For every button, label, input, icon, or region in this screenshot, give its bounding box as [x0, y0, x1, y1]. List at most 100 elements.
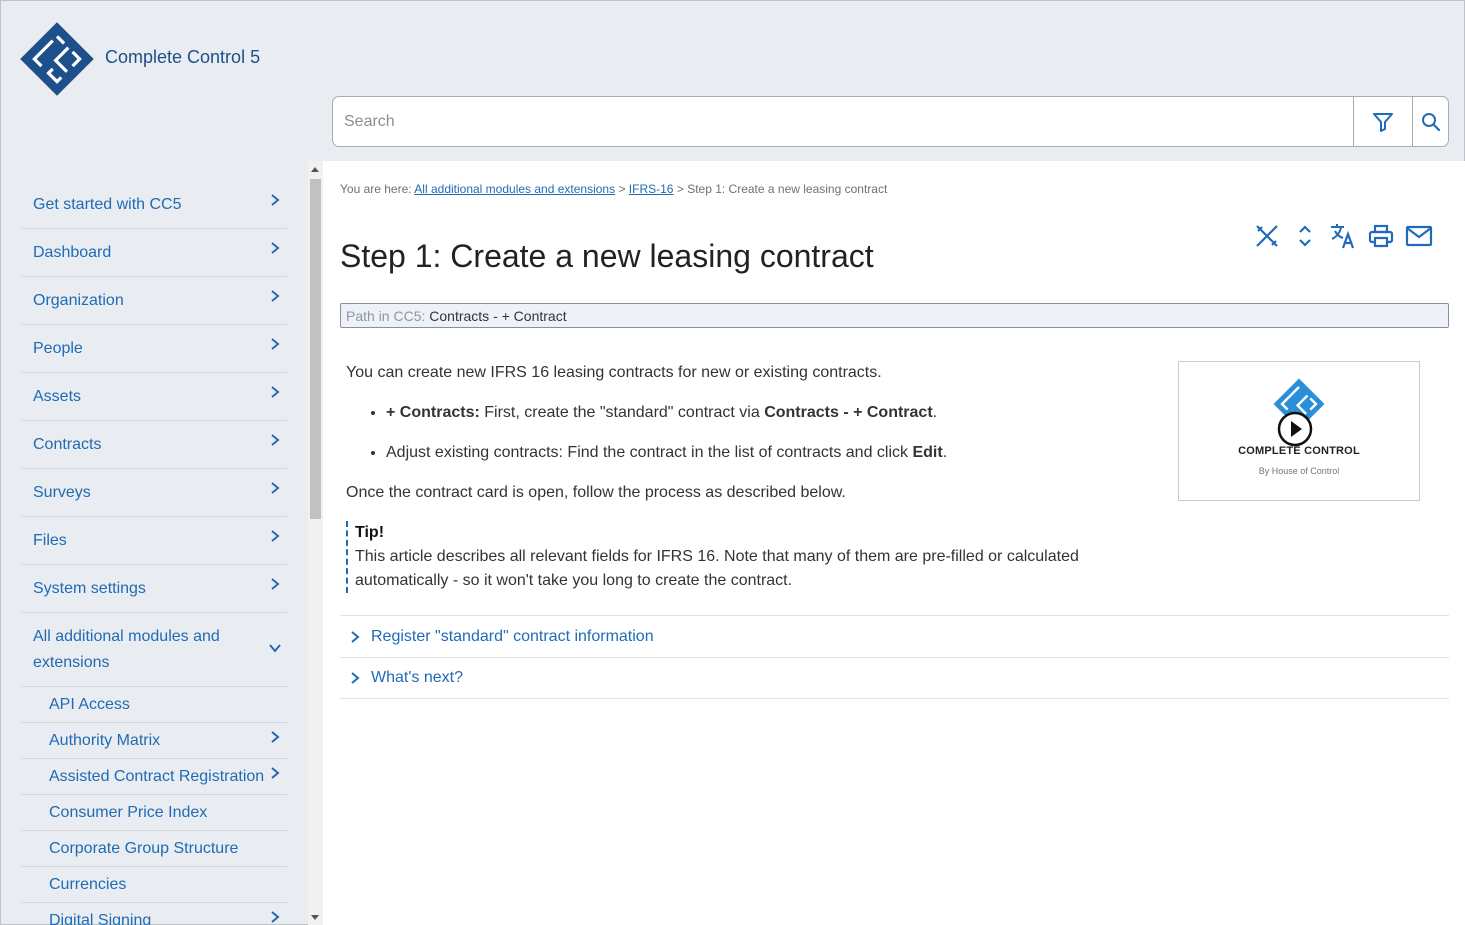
chevron-down-icon[interactable]	[269, 641, 281, 655]
translate-icon	[1331, 224, 1355, 249]
breadcrumb-link-all-modules[interactable]: All additional modules and extensions	[414, 182, 615, 196]
list-item-text: Adjust existing contracts: Find the cont…	[386, 444, 909, 461]
email-icon	[1405, 225, 1433, 247]
sidebar-subitem-label: Assisted Contract Registration	[49, 767, 265, 785]
video-thumbnail[interactable]: COMPLETE CONTROL By House of Control	[1178, 361, 1420, 501]
expand-collapse-icon	[1299, 225, 1311, 247]
remove-highlight-button[interactable]	[1253, 222, 1281, 250]
scroll-thumb[interactable]	[310, 179, 321, 519]
breadcrumb-separator: >	[676, 182, 684, 196]
sidebar-subitem-digital-signing[interactable]: Digital Signing	[21, 903, 287, 925]
article-body: You can create new IFRS 16 leasing contr…	[346, 361, 1146, 505]
accordion-label: Register "standard" contract information	[371, 627, 654, 645]
sidebar-item-label: Dashboard	[33, 243, 112, 261]
list-item-text: First, create the "standard" contract vi…	[484, 404, 760, 421]
chevron-right-icon[interactable]	[269, 385, 281, 399]
accordion-register-standard[interactable]: Register "standard" contract information	[340, 615, 1449, 657]
translate-button[interactable]	[1329, 222, 1357, 250]
sidebar-scrollbar[interactable]	[308, 161, 323, 925]
print-icon	[1368, 224, 1394, 248]
sidebar-subitem-assisted-contract-registration[interactable]: Assisted Contract Registration	[21, 759, 287, 795]
accordion-label: What's next?	[371, 669, 463, 686]
sidebar-subitem-authority-matrix[interactable]: Authority Matrix	[21, 723, 287, 759]
sidebar-item-label: All additional modules and extensions	[33, 627, 220, 671]
chevron-right-icon[interactable]	[269, 730, 281, 744]
sidebar-subitem-consumer-price-index[interactable]: Consumer Price Index	[21, 795, 287, 831]
intro-text: You can create new IFRS 16 leasing contr…	[346, 364, 882, 381]
sidebar-subitem-currencies[interactable]: Currencies	[21, 867, 287, 903]
sidebar-subitem-label: API Access	[49, 695, 130, 713]
breadcrumb-link-ifrs16[interactable]: IFRS-16	[629, 182, 674, 196]
chevron-right-icon[interactable]	[269, 766, 281, 780]
expand-collapse-button[interactable]	[1291, 222, 1319, 250]
sidebar-subitem-label: Authority Matrix	[49, 731, 161, 749]
sidebar-item-label: Organization	[33, 291, 124, 309]
sidebar-item-assets[interactable]: Assets	[21, 373, 287, 421]
breadcrumb-prefix: You are here:	[340, 182, 412, 196]
chevron-right-icon[interactable]	[269, 529, 281, 543]
video-sub-text: By House of Control	[1258, 466, 1340, 476]
sidebar-item-people[interactable]: People	[21, 325, 287, 373]
bold-text: Edit	[912, 444, 943, 461]
sidebar-subitem-label: Corporate Group Structure	[49, 839, 239, 857]
chevron-right-icon[interactable]	[269, 289, 281, 303]
tip-callout: Tip! This article describes all relevant…	[346, 521, 1146, 593]
sidebar-item-system-settings[interactable]: System settings	[21, 565, 287, 613]
chevron-right-icon[interactable]	[269, 433, 281, 447]
email-button[interactable]	[1405, 222, 1433, 250]
chevron-right-icon[interactable]	[269, 337, 281, 351]
sidebar-item-label: Files	[33, 531, 67, 549]
search-bar	[332, 96, 1449, 147]
sidebar-item-label: People	[33, 339, 83, 357]
sidebar-item-dashboard[interactable]: Dashboard	[21, 229, 287, 277]
tip-text: This article describes all relevant fiel…	[355, 548, 1079, 589]
accordion-whats-next[interactable]: What's next?	[340, 657, 1449, 699]
video-brand-text: COMPLETE CONTROL	[1238, 445, 1360, 457]
page-title: Step 1: Create a new leasing contract	[340, 238, 874, 274]
chevron-right-icon[interactable]	[269, 577, 281, 591]
sidebar-item-label: Get started with CC5	[33, 195, 182, 213]
scroll-up-arrow-icon[interactable]	[311, 167, 319, 172]
outro-text: Once the contract card is open, follow t…	[346, 484, 846, 501]
chevron-right-icon[interactable]	[269, 193, 281, 207]
list-item: + Contracts: First, create the "standard…	[386, 401, 1146, 425]
sidebar-item-surveys[interactable]: Surveys	[21, 469, 287, 517]
sidebar-item-label: Assets	[33, 387, 82, 405]
breadcrumb-current: Step 1: Create a new leasing contract	[687, 182, 888, 196]
sidebar-subitem-api-access[interactable]: API Access	[21, 687, 287, 723]
print-button[interactable]	[1367, 222, 1395, 250]
sidebar-item-organization[interactable]: Organization	[21, 277, 287, 325]
path-in-cc5-box: Path in CC5: Contracts - + Contract	[340, 303, 1449, 328]
search-input[interactable]	[333, 97, 1353, 146]
sidebar-item-get-started[interactable]: Get started with CC5	[21, 181, 287, 229]
main-content: You are here: All additional modules and…	[323, 161, 1465, 925]
logo[interactable]	[17, 19, 97, 99]
sidebar-item-all-modules[interactable]: All additional modules and extensions	[21, 613, 287, 687]
bold-text: + Contracts:	[386, 404, 480, 421]
sidebar-item-label: Contracts	[33, 435, 102, 453]
play-icon[interactable]	[1276, 410, 1314, 448]
search-button[interactable]	[1412, 97, 1448, 146]
chevron-right-icon[interactable]	[269, 481, 281, 495]
path-label: Path in CC5:	[346, 308, 426, 324]
chevron-right-icon	[351, 630, 360, 643]
filter-button[interactable]	[1353, 97, 1412, 146]
sidebar-subitem-label: Consumer Price Index	[49, 803, 208, 821]
chevron-right-icon[interactable]	[269, 241, 281, 255]
sidebar-item-label: Surveys	[33, 483, 91, 501]
sidebar-subitem-corporate-group-structure[interactable]: Corporate Group Structure	[21, 831, 287, 867]
bold-text: Contracts - + Contract	[764, 404, 933, 421]
sidebar-item-files[interactable]: Files	[21, 517, 287, 565]
filter-icon	[1373, 112, 1393, 132]
sidebar: Get started with CC5 Dashboard Organizat…	[1, 161, 323, 925]
sidebar-item-contracts[interactable]: Contracts	[21, 421, 287, 469]
scroll-down-arrow-icon[interactable]	[311, 915, 319, 920]
sidebar-item-label: System settings	[33, 579, 146, 597]
breadcrumb-separator: >	[618, 182, 626, 196]
tip-title: Tip!	[355, 524, 385, 541]
breadcrumb: You are here: All additional modules and…	[340, 182, 887, 196]
path-value: Contracts - + Contract	[429, 308, 567, 324]
sidebar-subitem-label: Digital Signing	[49, 911, 152, 925]
chevron-right-icon[interactable]	[269, 910, 281, 924]
app-title[interactable]: Complete Control 5	[105, 47, 260, 68]
